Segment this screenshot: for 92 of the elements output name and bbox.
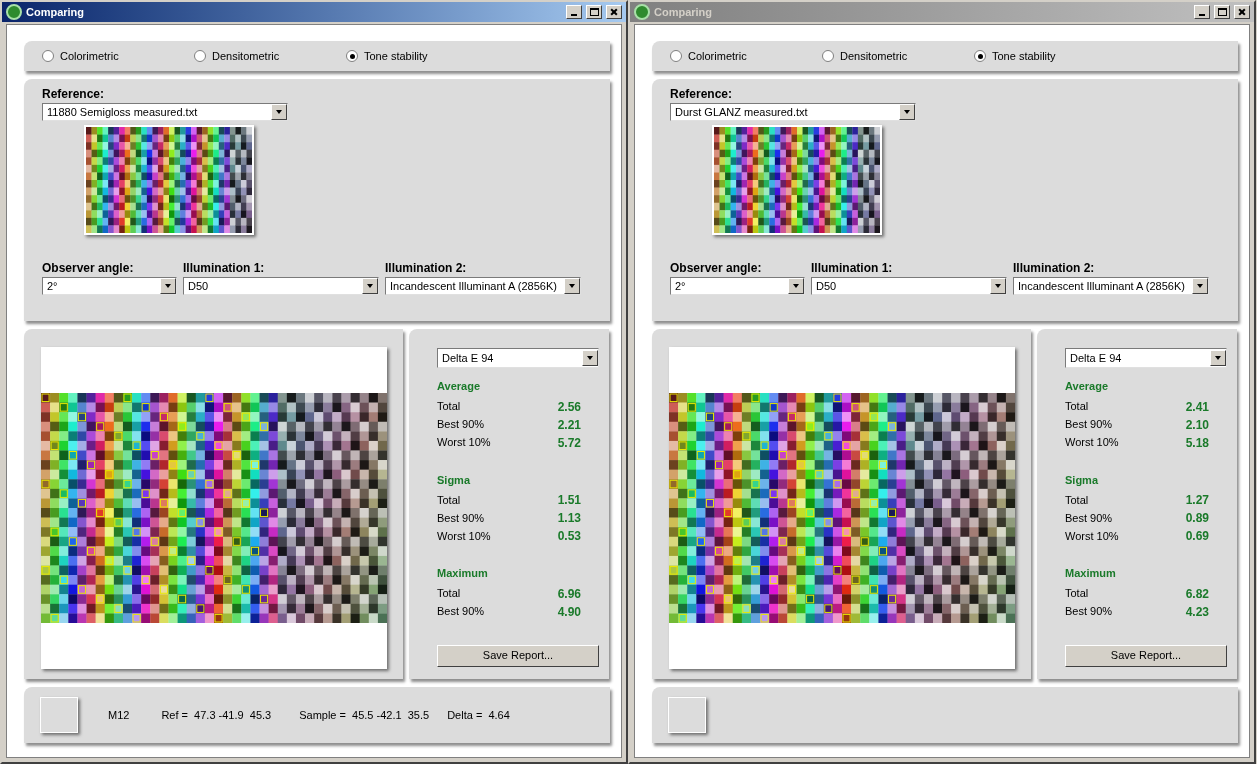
radio-indicator[interactable] (42, 50, 54, 62)
stat-label: Worst 10% (1065, 435, 1119, 451)
stat-value: 6.96 (557, 585, 581, 603)
stat-label: Worst 10% (437, 528, 491, 544)
dropdown[interactable]: Durst GLANZ measured.txt (670, 103, 916, 121)
reference-label: Reference: (670, 86, 734, 103)
reference-values: Ref = 47.3 -41.9 45.3 (161, 707, 272, 723)
stat-value: 0.89 (1185, 510, 1209, 527)
dropdown[interactable]: Delta E 94 (437, 348, 599, 368)
stat-label: Total (1065, 399, 1089, 415)
radio-indicator[interactable] (670, 50, 682, 62)
radio-label[interactable]: Tone stability (364, 47, 428, 65)
stat-label: Total (1065, 586, 1089, 602)
close-button[interactable] (1234, 5, 1250, 19)
stat-value: 5.72 (557, 434, 581, 452)
dropdown[interactable]: Incandescent Illuminant A (2856K) (1013, 277, 1209, 295)
stat-label: Total (437, 586, 461, 602)
stat-value: 1.27 (1185, 492, 1209, 509)
radio-indicator[interactable] (346, 50, 358, 62)
stat-label: Best 90% (437, 604, 485, 620)
radio-indicator[interactable] (194, 50, 206, 62)
stat-value: 2.10 (1185, 416, 1209, 434)
window-title: Comparing (26, 4, 86, 20)
dropdown[interactable]: Incandescent Illuminant A (2856K) (385, 277, 581, 295)
app-logo-icon (634, 4, 650, 20)
stat-value: 4.90 (557, 603, 581, 621)
stat-value: 6.82 (1185, 585, 1209, 603)
dropdown[interactable]: 2° (670, 277, 805, 295)
setting-label: Observer angle: (670, 260, 763, 277)
group-title: Maximum (1065, 566, 1117, 581)
dropdown[interactable]: 11880 Semigloss measured.txt (42, 103, 288, 121)
stat-value: 0.69 (1185, 528, 1209, 545)
minimize-button[interactable] (566, 5, 582, 19)
radio-indicator[interactable] (974, 50, 986, 62)
sample-values: Sample = 45.5 -42.1 35.5 (299, 707, 430, 723)
group-title: Average (437, 379, 481, 394)
setting-label: Observer angle: (42, 260, 135, 277)
setting-label: Illumination 2: (1013, 260, 1096, 277)
stat-label: Best 90% (1065, 604, 1113, 620)
color-swatch (40, 697, 78, 733)
dropdown[interactable]: D50 (811, 277, 1007, 295)
stat-value: 2.41 (1185, 398, 1209, 416)
stat-label: Total (437, 399, 461, 415)
setting-label: Illumination 1: (811, 260, 894, 277)
minimize-button[interactable] (1194, 5, 1210, 19)
stat-value: 4.23 (1185, 603, 1209, 621)
stat-label: Best 90% (1065, 510, 1113, 526)
stat-value: 0.53 (557, 528, 581, 545)
group-title: Average (1065, 379, 1109, 394)
stat-value: 2.56 (557, 398, 581, 416)
dropdown[interactable]: Delta E 94 (1065, 348, 1227, 368)
stat-label: Best 90% (437, 510, 485, 526)
setting-label: Illumination 1: (183, 260, 266, 277)
group-title: Maximum (437, 566, 489, 581)
stat-label: Best 90% (1065, 417, 1113, 433)
app-logo-icon (6, 4, 22, 20)
radio-label[interactable]: Densitometric (212, 47, 280, 65)
dropdown[interactable]: D50 (183, 277, 379, 295)
radio-indicator[interactable] (822, 50, 834, 62)
reference-label: Reference: (42, 86, 106, 103)
patch-id: M12 (108, 707, 130, 723)
delta-value: Delta = 4.64 (447, 707, 510, 723)
radio-label[interactable]: Tone stability (992, 47, 1056, 65)
group-title: Sigma (1065, 472, 1100, 488)
stat-value: 2.21 (557, 416, 581, 434)
maximize-icon (589, 8, 599, 16)
stat-value: 1.13 (557, 510, 581, 527)
maximize-icon (1217, 8, 1227, 16)
stat-label: Total (1065, 492, 1089, 508)
radio-label[interactable]: Colorimetric (60, 47, 119, 65)
window-title: Comparing (654, 4, 714, 20)
maximize-button[interactable] (1214, 5, 1230, 19)
stat-value: 5.18 (1185, 434, 1209, 452)
group-title: Sigma (437, 472, 472, 488)
close-icon (1238, 8, 1246, 16)
close-button[interactable] (606, 5, 622, 19)
close-icon (610, 8, 618, 16)
stat-label: Total (437, 492, 461, 508)
radio-label[interactable]: Densitometric (840, 47, 908, 65)
save-report-button[interactable]: Save Report... (1065, 644, 1227, 667)
stat-label: Worst 10% (1065, 528, 1119, 544)
maximize-button[interactable] (586, 5, 602, 19)
radio-label[interactable]: Colorimetric (688, 47, 747, 65)
minimize-icon (1199, 14, 1205, 16)
stat-value: 1.51 (557, 492, 581, 509)
setting-label: Illumination 2: (385, 260, 468, 277)
minimize-icon (571, 14, 577, 16)
stat-label: Best 90% (437, 417, 485, 433)
stat-label: Worst 10% (437, 435, 491, 451)
color-swatch (668, 697, 706, 733)
save-report-button[interactable]: Save Report... (437, 644, 599, 667)
dropdown[interactable]: 2° (42, 277, 177, 295)
